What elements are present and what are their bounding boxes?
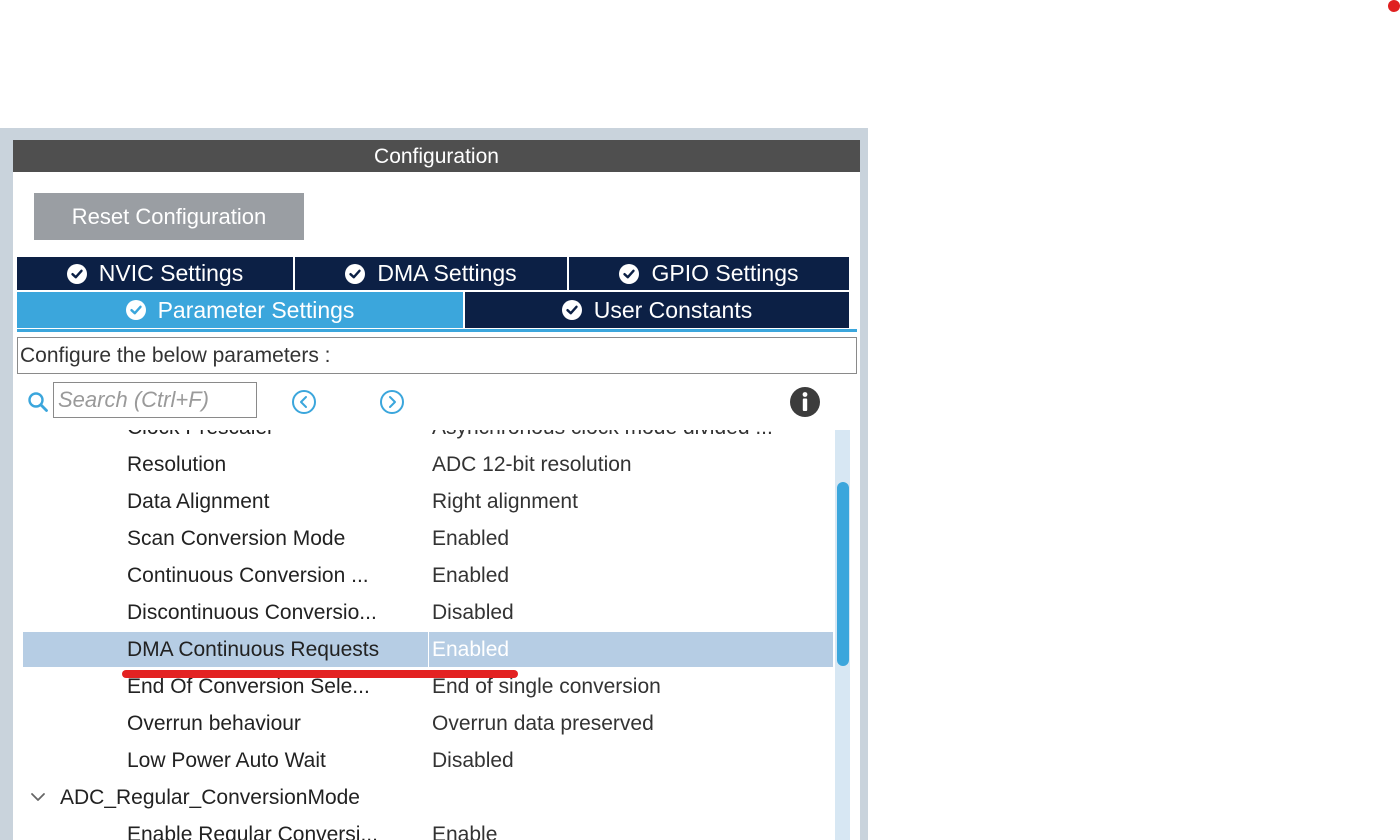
param-value: Enabled [432,564,510,587]
chevron-right-circle-icon[interactable] [379,389,405,415]
tab-underline [17,329,857,332]
param-value: Disabled [432,601,514,624]
param-name: Clock Prescaler [127,430,427,445]
param-name: Overrun behaviour [127,712,301,735]
param-row[interactable]: Discontinuous Conversio... Disabled [23,595,833,630]
param-name: Continuous Conversion ... [127,564,369,587]
chevron-down-icon[interactable] [30,791,46,803]
param-row[interactable]: Overrun behaviour Overrun data preserved [23,706,833,741]
configure-label: Configure the below parameters : [17,337,857,374]
check-circle-icon [125,300,146,320]
param-value: Enable [432,823,498,840]
page: Configuration Reset Configuration NVIC S… [0,0,1400,840]
tab-gpio-settings[interactable]: GPIO Settings [569,257,849,290]
param-name: Enable Regular Conversi... [127,823,378,840]
group-row[interactable]: ADC_Regular_ConversionMode [23,780,833,815]
check-circle-icon [619,263,640,284]
tab-label: User Constants [593,296,753,323]
param-row[interactable]: Scan Conversion Mode Enabled [23,521,833,556]
param-row[interactable]: Continuous Conversion ... Enabled [23,558,833,593]
tab-user-constants[interactable]: User Constants [465,292,849,328]
param-row[interactable]: Low Power Auto Wait Disabled [23,743,833,778]
param-row-selected[interactable]: DMA Continuous Requests Enabled [23,632,833,667]
reset-configuration-button[interactable]: Reset Configuration [34,193,304,240]
tab-label: GPIO Settings [651,260,799,286]
column-divider [428,632,429,667]
red-dot-marker [1388,0,1400,12]
check-circle-icon [561,300,582,320]
tab-label: NVIC Settings [98,260,244,286]
tab-dma-settings[interactable]: DMA Settings [295,257,567,290]
param-name: DMA Continuous Requests [127,638,380,661]
param-name: Resolution [127,453,227,476]
param-value: Enabled [432,527,510,550]
search-input[interactable] [53,382,257,418]
param-row[interactable]: Clock Prescaler Asynchronous clock mode … [23,430,833,445]
check-circle-icon [345,263,366,284]
tab-nvic-settings[interactable]: NVIC Settings [17,257,293,290]
parameter-list: Clock Prescaler Asynchronous clock mode … [23,430,833,840]
configuration-panel: Configuration Reset Configuration NVIC S… [13,140,860,840]
group-name: ADC_Regular_ConversionMode [60,786,360,809]
param-value: Disabled [432,749,514,772]
tab-parameter-settings[interactable]: Parameter Settings [17,292,463,328]
param-name: Scan Conversion Mode [127,527,346,550]
param-value[interactable]: Enabled [432,632,832,667]
tab-label: DMA Settings [377,260,517,286]
check-circle-icon [66,263,87,284]
param-name: Data Alignment [127,490,270,513]
panel-title: Configuration [13,140,860,172]
param-value: Asynchronous clock mode divided ... [432,430,832,445]
scrollbar-thumb[interactable] [837,482,849,666]
param-row[interactable]: Data Alignment Right alignment [23,484,833,519]
param-value: ADC 12-bit resolution [432,453,632,476]
param-row[interactable]: Enable Regular Conversi... Enable [23,817,833,840]
param-name: Low Power Auto Wait [127,749,326,772]
red-annotation-underline [122,670,518,678]
param-name: Discontinuous Conversio... [127,601,377,624]
param-row[interactable]: Resolution ADC 12-bit resolution [23,447,833,482]
param-value: Overrun data preserved [432,712,654,735]
chevron-left-circle-icon[interactable] [291,389,317,415]
tab-label: Parameter Settings [157,296,355,323]
search-icon[interactable] [27,391,49,413]
info-icon[interactable] [789,386,821,418]
param-value: Right alignment [432,490,578,513]
